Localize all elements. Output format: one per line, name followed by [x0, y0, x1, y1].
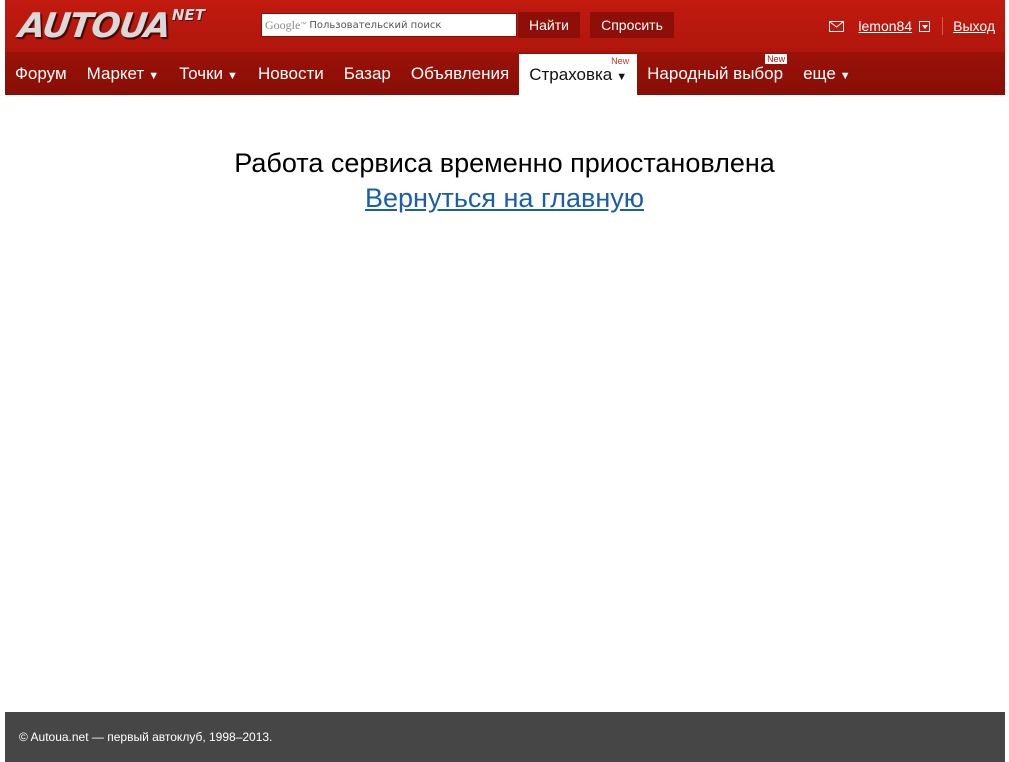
- nav-item-3[interactable]: Новости: [248, 52, 334, 95]
- nav-item-8[interactable]: еще ▼: [793, 52, 861, 95]
- nav-item-label: Объявления: [410, 64, 510, 83]
- search-box: Google ™: [261, 13, 517, 37]
- username-link[interactable]: lemon84: [858, 18, 912, 34]
- nav-item-label: Форум: [15, 64, 67, 83]
- user-menu-dropdown-icon[interactable]: [919, 20, 931, 32]
- trademark-mark: ™: [300, 22, 307, 28]
- nav-item-label: еще: [803, 64, 836, 83]
- top-bar: AUTOUA NET Google™ Найти Спросить lemon8…: [5, 0, 1005, 52]
- search-button[interactable]: Найти: [518, 12, 580, 38]
- search-input[interactable]: [309, 19, 516, 31]
- logout-link[interactable]: Выход: [953, 18, 995, 34]
- main-nav: Форум Маркет ▼ Точки ▼ Новости Базар Объявления…: [5, 52, 1005, 95]
- mail-icon[interactable]: [829, 20, 845, 32]
- nav-item-2[interactable]: Точки ▼: [169, 52, 248, 95]
- nav-item-7[interactable]: Народный выбор New: [637, 52, 793, 95]
- copyright-text: © Autoua.net — первый автоклуб, 1998–201…: [19, 730, 273, 744]
- back-to-home-link[interactable]: Вернуться на главную: [365, 183, 644, 213]
- nav-item-label: Базар: [343, 64, 391, 83]
- nav-item-label: Новости: [257, 64, 324, 83]
- site-logo[interactable]: AUTOUA NET: [16, 6, 205, 46]
- user-area: lemon84 Выход: [829, 16, 995, 36]
- nav-item-5[interactable]: Объявления: [401, 52, 519, 95]
- new-badge: New: [765, 54, 788, 64]
- nav-item-6[interactable]: Страховка ▼ New: [519, 54, 638, 95]
- chevron-down-icon: ▼: [839, 70, 851, 82]
- chevron-down-icon: ▼: [148, 70, 160, 82]
- logo-suffix: NET: [171, 6, 205, 24]
- nav-item-label: Страховка: [529, 65, 613, 84]
- logo-text: AUTOUA: [16, 6, 173, 46]
- site-footer: © Autoua.net — первый автоклуб, 1998–201…: [5, 712, 1005, 762]
- service-unavailable-message: Работа сервиса временно приостановлена: [234, 148, 775, 178]
- nav-item-label: Точки: [179, 64, 224, 83]
- divider: [942, 17, 944, 35]
- site-header: AUTOUA NET Google™ Найти Спросить lemon8…: [5, 0, 1005, 95]
- nav-item-label: Маркет: [86, 64, 145, 83]
- nav-item-4[interactable]: Базар: [334, 52, 401, 95]
- new-badge: New: [609, 56, 632, 66]
- nav-item-0[interactable]: Форум: [5, 52, 77, 95]
- chevron-down-icon: ▼: [227, 70, 238, 82]
- nav-item-label: Народный выбор: [647, 64, 784, 83]
- nav-item-1[interactable]: Маркет ▼: [77, 52, 169, 95]
- google-brand-mark: Google: [265, 17, 301, 32]
- chevron-down-icon: ▼: [616, 71, 628, 83]
- main-content: Работа сервиса временно приостановлена В…: [0, 145, 1009, 215]
- ask-button[interactable]: Спросить: [590, 12, 674, 38]
